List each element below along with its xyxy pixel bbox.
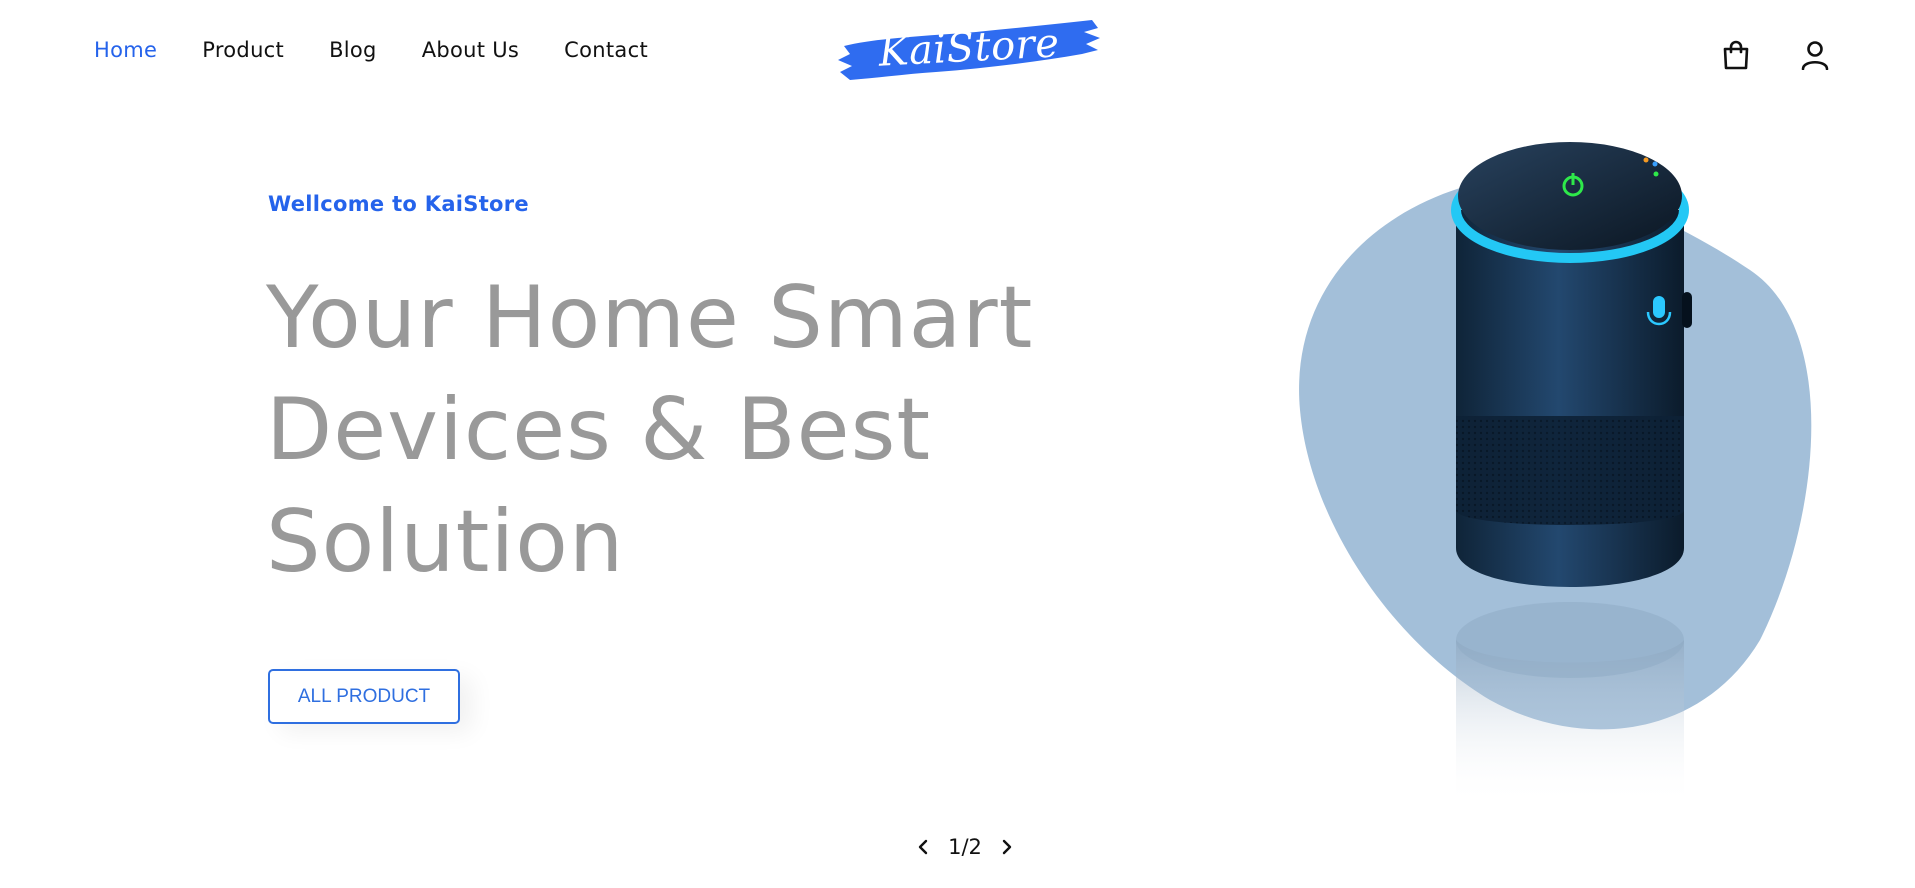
chevron-left-icon[interactable] bbox=[910, 834, 936, 860]
nav-blog[interactable]: Blog bbox=[329, 38, 377, 62]
nav-contact[interactable]: Contact bbox=[564, 38, 648, 62]
headline-line: Devices & Best bbox=[266, 380, 932, 480]
logo-text: KaiStore bbox=[877, 20, 1061, 76]
nav-product[interactable]: Product bbox=[202, 38, 284, 62]
hero-headline: Your Home Smart Devices & Best Solution bbox=[266, 262, 1066, 598]
nav-home[interactable]: Home bbox=[94, 38, 157, 62]
hero-image bbox=[1280, 100, 1840, 820]
shopping-bag-icon[interactable] bbox=[1718, 37, 1754, 73]
hero-eyebrow: Wellcome to KaiStore bbox=[268, 192, 529, 216]
headline-line: Your Home Smart bbox=[266, 268, 1034, 368]
all-product-button[interactable]: ALL PRODUCT bbox=[268, 669, 460, 724]
slide-counter: 1/2 bbox=[948, 835, 982, 859]
slider-pager: 1/2 bbox=[910, 832, 1020, 862]
nav-about-us[interactable]: About Us bbox=[422, 38, 519, 62]
user-icon[interactable] bbox=[1797, 37, 1833, 73]
chevron-right-icon[interactable] bbox=[994, 834, 1020, 860]
headline-line: Solution bbox=[266, 492, 625, 592]
site-logo[interactable]: KaiStore bbox=[836, 12, 1102, 84]
main-nav: Home Product Blog About Us Contact bbox=[94, 38, 693, 62]
